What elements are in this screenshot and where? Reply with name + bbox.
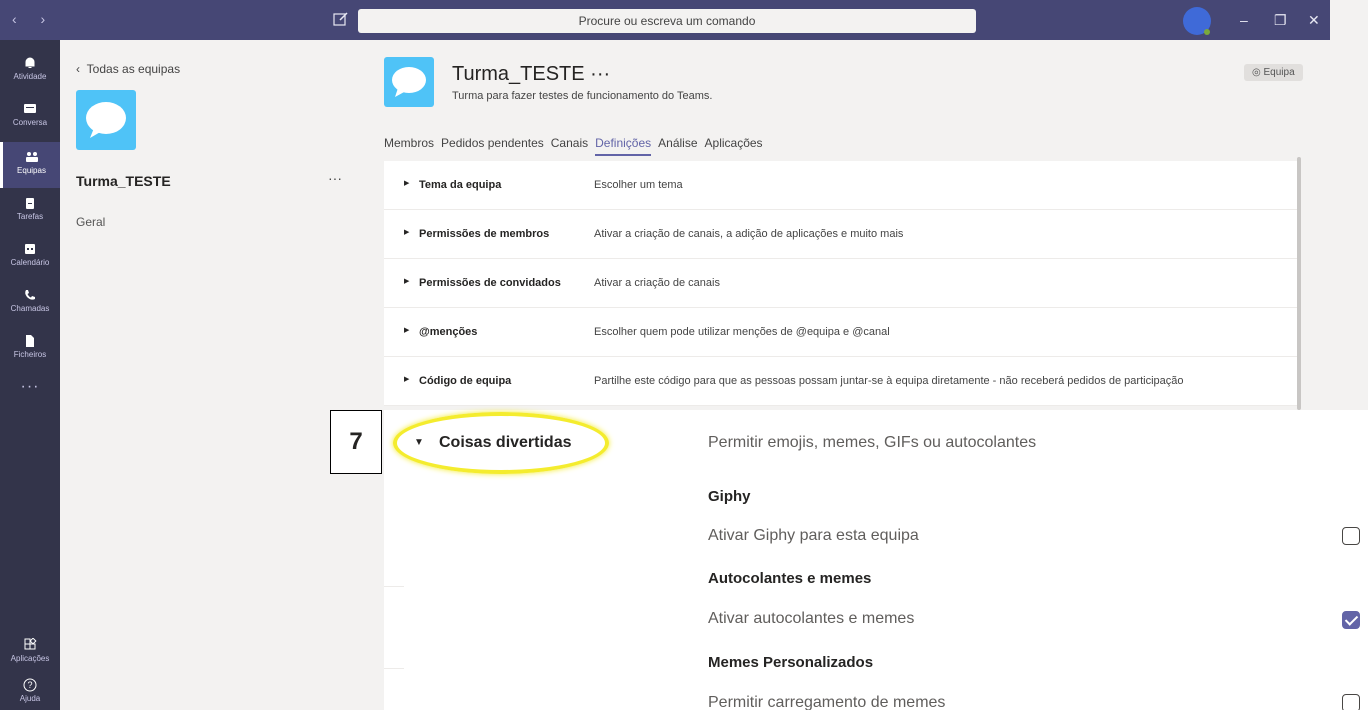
nav-arrows[interactable]: ‹ › xyxy=(12,11,55,27)
setting-name: @menções xyxy=(419,326,478,338)
custom-memes-option-label: Permitir carregamento de memes xyxy=(708,694,946,710)
status-indicator xyxy=(1204,29,1210,35)
setting-desc: Escolher um tema xyxy=(594,179,683,191)
team-badge[interactable]: ◎ Equipa xyxy=(1244,64,1303,81)
team-name[interactable]: Turma_TESTE xyxy=(76,173,171,189)
setting-name: Código de equipa xyxy=(419,375,512,387)
bell-icon xyxy=(25,57,35,68)
setting-row-permissoes-membros[interactable]: ▶ Permissões de membros Ativar a criação… xyxy=(384,210,1300,259)
setting-desc: Partilhe este código para que as pessoas… xyxy=(594,375,1184,387)
tab-pedidos-pendentes[interactable]: Pedidos pendentes xyxy=(441,136,544,156)
appbar-tasks[interactable]: Tarefas xyxy=(0,188,60,234)
search-input[interactable]: Procure ou escreva um comando xyxy=(358,9,976,33)
back-to-teams-link[interactable]: ‹ Todas as equipas xyxy=(76,62,180,76)
title-bar: ‹ › Procure ou escreva um comando – ❐ ✕ xyxy=(0,0,1330,40)
appbar-activity[interactable]: Atividade xyxy=(0,48,60,94)
tab-membros[interactable]: Membros xyxy=(384,136,434,156)
appbar-chat[interactable]: Conversa xyxy=(0,94,60,140)
tab-definicoes[interactable]: Definições xyxy=(595,136,652,156)
setting-row-codigo-equipa[interactable]: ▶ Código de equipa Partilhe este código … xyxy=(384,357,1300,406)
appbar-files[interactable]: Ficheiros xyxy=(0,326,60,372)
eye-icon: ◎ xyxy=(1252,67,1264,78)
setting-row-mencoes[interactable]: ▶ @menções Escolher quem pode utilizar m… xyxy=(384,308,1300,357)
setting-row-tema[interactable]: ▶ Tema da equipa Escolher um tema xyxy=(384,161,1300,210)
expand-arrow-icon: ▶ xyxy=(404,327,410,334)
team-avatar xyxy=(384,57,434,107)
team-badge-label: Equipa xyxy=(1263,67,1295,78)
giphy-checkbox[interactable] xyxy=(1342,527,1360,545)
back-label: Todas as equipas xyxy=(86,62,181,76)
teams-icon xyxy=(25,152,38,162)
expand-arrow-icon: ▶ xyxy=(404,278,410,285)
tab-canais[interactable]: Canais xyxy=(551,136,588,156)
maximize-button[interactable]: ❐ xyxy=(1274,12,1287,29)
setting-name: Tema da equipa xyxy=(419,179,502,191)
setting-desc: Escolher quem pode utilizar menções de @… xyxy=(594,326,890,338)
chat-icon xyxy=(24,104,36,113)
apps-icon xyxy=(24,638,37,650)
chat-bubble-icon xyxy=(392,67,426,97)
close-button[interactable]: ✕ xyxy=(1308,12,1320,29)
team-panel: ‹ Todas as equipas Turma_TESTE ··· Geral xyxy=(60,40,358,710)
stickers-checkbox[interactable] xyxy=(1342,611,1360,629)
svg-text:?: ? xyxy=(27,680,32,690)
fun-stuff-desc: Permitir emojis, memes, GIFs ou autocola… xyxy=(708,434,1037,451)
settings-list: ▶ Tema da equipa Escolher um tema ▶ Perm… xyxy=(384,161,1300,406)
channel-item-geral[interactable]: Geral xyxy=(76,215,105,229)
page-subtitle: Turma para fazer testes de funcionamento… xyxy=(452,90,713,102)
chevron-left-icon: ‹ xyxy=(76,62,87,76)
scrollbar[interactable] xyxy=(1297,157,1301,410)
compose-icon[interactable] xyxy=(332,10,350,28)
calendar-icon xyxy=(25,244,35,254)
appbar-help[interactable]: ? Ajuda xyxy=(0,670,60,710)
chat-bubble-icon xyxy=(86,102,126,138)
setting-name: Permissões de membros xyxy=(419,228,550,240)
expand-arrow-icon: ▶ xyxy=(404,180,410,187)
setting-desc: Ativar a criação de canais xyxy=(594,277,720,289)
tab-aplicacoes[interactable]: Aplicações xyxy=(705,136,763,156)
phone-icon xyxy=(25,290,35,300)
team-avatar-large xyxy=(76,90,136,150)
appbar-calendar[interactable]: Calendário xyxy=(0,234,60,280)
tab-bar: Membros Pedidos pendentes Canais Definiç… xyxy=(384,136,763,156)
setting-name: Permissões de convidados xyxy=(419,277,561,289)
file-icon xyxy=(26,335,34,347)
giphy-option-label: Ativar Giphy para esta equipa xyxy=(708,527,919,544)
expand-arrow-icon: ▶ xyxy=(404,229,410,236)
appbar-teams[interactable]: Equipas xyxy=(0,142,60,188)
app-bar: Atividade Conversa Equipas Tarefas Calen… xyxy=(0,40,60,710)
divider xyxy=(384,668,404,669)
setting-row-permissoes-convidados[interactable]: ▶ Permissões de convidados Ativar a cria… xyxy=(384,259,1300,308)
highlight-ellipse xyxy=(393,412,609,474)
tasks-icon xyxy=(26,198,34,209)
divider xyxy=(384,586,404,587)
appbar-calls[interactable]: Chamadas xyxy=(0,280,60,326)
minimize-button[interactable]: – xyxy=(1240,12,1248,28)
setting-desc: Ativar a criação de canais, a adição de … xyxy=(594,228,904,240)
page-title: Turma_TESTE ··· xyxy=(452,63,611,85)
stickers-title: Autocolantes e memes xyxy=(708,570,872,587)
step-number-label: 7 xyxy=(330,410,382,474)
more-apps-button[interactable]: ··· xyxy=(0,378,60,396)
team-more-button[interactable]: ··· xyxy=(328,170,342,186)
custom-memes-checkbox[interactable] xyxy=(1342,694,1360,710)
expand-arrow-icon: ▶ xyxy=(404,376,410,383)
tab-analise[interactable]: Análise xyxy=(658,136,697,156)
stickers-option-label: Ativar autocolantes e memes xyxy=(708,610,915,627)
custom-memes-title: Memes Personalizados xyxy=(708,654,874,671)
help-icon: ? xyxy=(23,678,37,692)
giphy-title: Giphy xyxy=(708,488,751,505)
